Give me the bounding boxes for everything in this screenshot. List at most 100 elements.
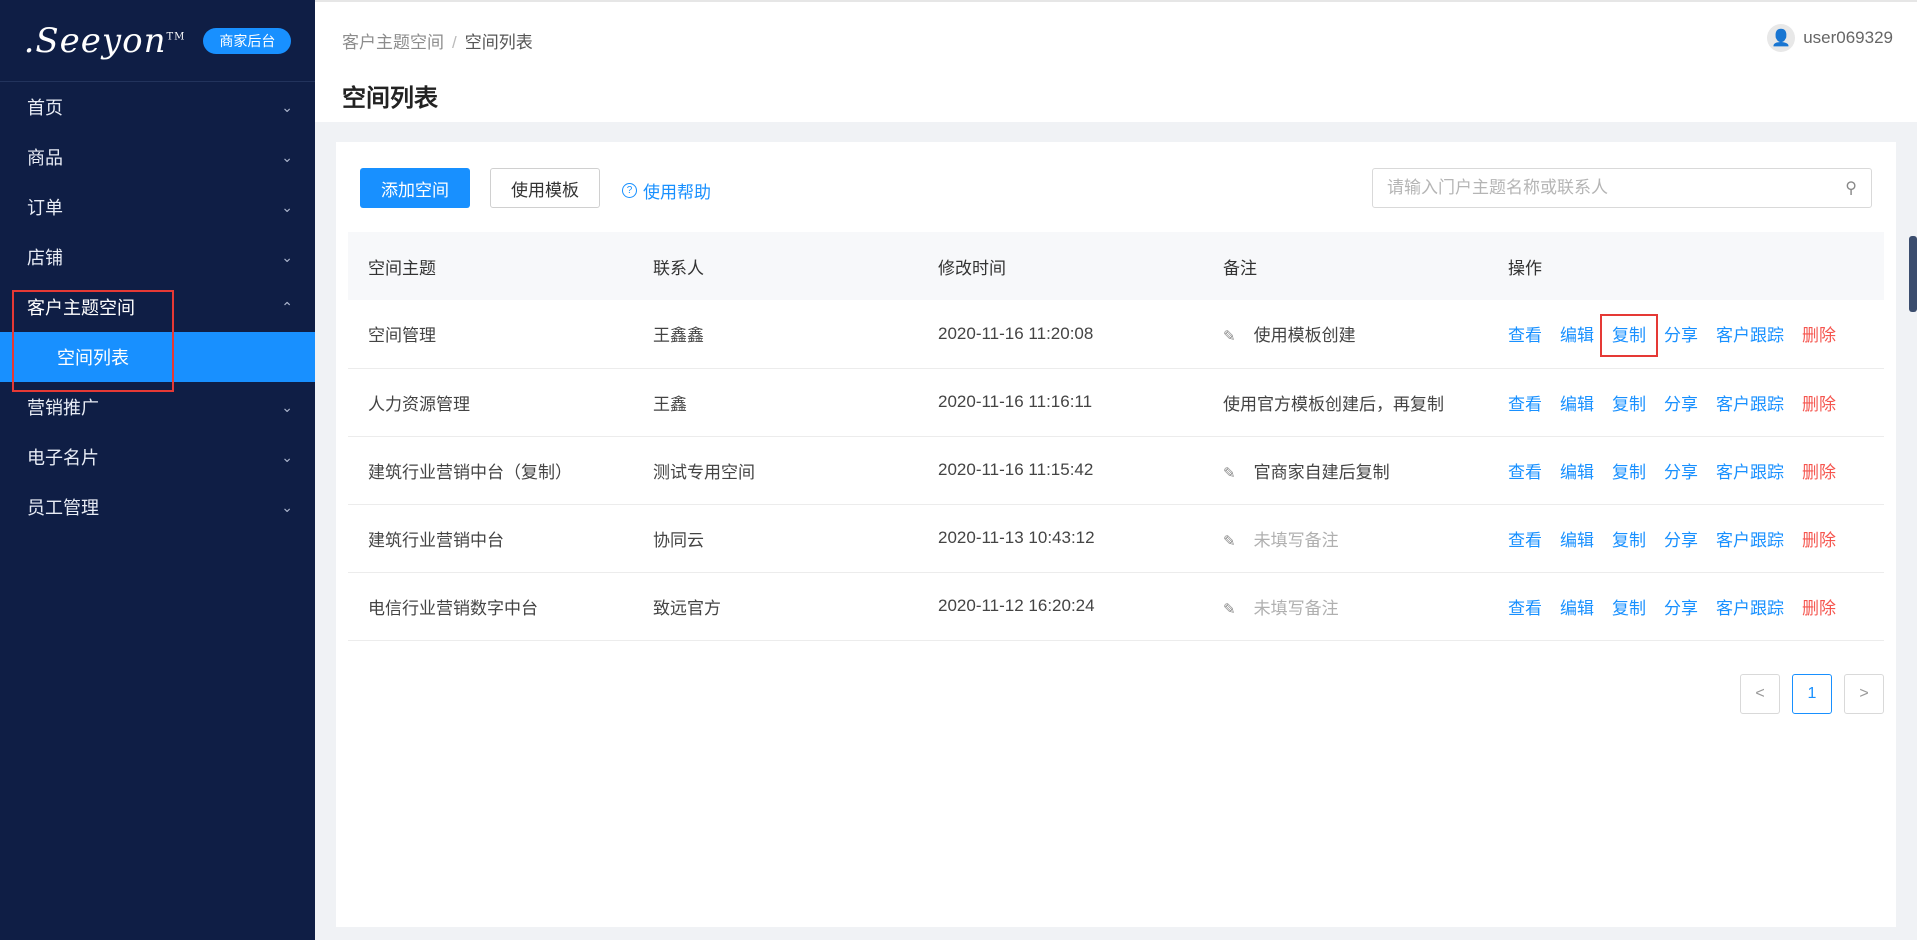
breadcrumb-link-customer-space[interactable]: 客户主题空间 — [342, 33, 444, 52]
seeyon-logo: .SeeyonTM — [24, 21, 186, 61]
copy-link[interactable]: 复制 — [1612, 599, 1646, 618]
sidebar-item-customer-space[interactable]: 客户主题空间 ⌃ — [0, 282, 315, 332]
search-icon[interactable]: ⚲ — [1845, 178, 1857, 198]
cell-actions: 查看 编辑 复制 分享 客户跟踪 删除 — [1488, 572, 1884, 640]
pagination: < 1 > — [1740, 674, 1884, 714]
sidebar-subitem-space-list[interactable]: 空间列表 — [0, 332, 315, 382]
share-link[interactable]: 分享 — [1664, 599, 1698, 618]
delete-link[interactable]: 删除 — [1802, 463, 1836, 482]
delete-link[interactable]: 删除 — [1802, 599, 1836, 618]
breadcrumb-separator: / — [452, 33, 457, 52]
logo-area: .SeeyonTM 商家后台 — [0, 0, 315, 82]
avatar: 👤 — [1767, 24, 1796, 52]
column-header-time: 修改时间 — [938, 258, 1006, 278]
question-circle-icon: ? — [622, 183, 637, 198]
cell-topic: 人力资源管理 — [368, 394, 470, 414]
cell-remark: ✎ 官商家自建后复制 — [1203, 436, 1488, 504]
edit-pencil-icon[interactable]: ✎ — [1223, 328, 1236, 345]
content-card: 添加空间 使用模板 ? 使用帮助 ⚲ 空间主题 联系人 修改时间 备注 操作 空… — [336, 142, 1896, 927]
page-button-1[interactable]: 1 — [1792, 674, 1832, 714]
view-link[interactable]: 查看 — [1508, 463, 1542, 482]
view-link[interactable]: 查看 — [1508, 326, 1542, 345]
cell-time: 2020-11-16 11:20:08 — [938, 323, 1094, 343]
chevron-down-icon: ⌄ — [281, 198, 293, 215]
share-link[interactable]: 分享 — [1664, 326, 1698, 345]
edit-pencil-icon[interactable]: ✎ — [1223, 601, 1236, 618]
sidebar-item-business-card[interactable]: 电子名片 ⌄ — [0, 432, 315, 482]
sidebar-item-label: 电子名片 — [27, 448, 99, 468]
search-box[interactable]: ⚲ — [1372, 168, 1872, 208]
cell-actions: 查看 编辑 复制 分享 客户跟踪 删除 — [1488, 436, 1884, 504]
scrollbar-thumb[interactable] — [1909, 236, 1917, 312]
add-space-button[interactable]: 添加空间 — [360, 168, 470, 208]
sidebar-item-store[interactable]: 店铺 ⌄ — [0, 232, 315, 282]
edit-link[interactable]: 编辑 — [1560, 395, 1594, 414]
chevron-down-icon: ⌄ — [281, 98, 293, 115]
track-link[interactable]: 客户跟踪 — [1716, 599, 1784, 618]
copy-link[interactable]: 复制 — [1612, 463, 1646, 482]
share-link[interactable]: 分享 — [1664, 463, 1698, 482]
sidebar-item-label: 订单 — [27, 198, 63, 218]
edit-link[interactable]: 编辑 — [1560, 326, 1594, 345]
share-link[interactable]: 分享 — [1664, 395, 1698, 414]
column-header-actions: 操作 — [1508, 258, 1542, 278]
copy-link[interactable]: 复制 — [1600, 314, 1658, 358]
cell-actions: 查看 编辑 复制 分享 客户跟踪 删除 — [1488, 300, 1884, 368]
edit-pencil-icon[interactable]: ✎ — [1223, 465, 1236, 482]
remark-text: 官商家自建后复制 — [1253, 462, 1390, 482]
cell-contact: 测试专用空间 — [653, 462, 755, 482]
next-page-button[interactable]: > — [1844, 674, 1884, 714]
track-link[interactable]: 客户跟踪 — [1716, 395, 1784, 414]
delete-link[interactable]: 删除 — [1802, 395, 1836, 414]
sidebar-item-home[interactable]: 首页 ⌄ — [0, 82, 315, 132]
cell-contact: 王鑫 — [653, 394, 687, 414]
username: user069329 — [1803, 28, 1893, 47]
toolbar: 添加空间 使用模板 ? 使用帮助 ⚲ — [348, 168, 1884, 208]
sidebar-item-products[interactable]: 商品 ⌄ — [0, 132, 315, 182]
track-link[interactable]: 客户跟踪 — [1716, 326, 1784, 345]
view-link[interactable]: 查看 — [1508, 395, 1542, 414]
view-link[interactable]: 查看 — [1508, 599, 1542, 618]
user-menu[interactable]: 👤 user069329 — [1767, 24, 1893, 52]
delete-link[interactable]: 删除 — [1802, 326, 1836, 345]
table-row: 建筑行业营销中台 协同云 2020-11-13 10:43:12 ✎ 未填写备注 … — [348, 504, 1884, 572]
copy-link[interactable]: 复制 — [1612, 531, 1646, 550]
chevron-down-icon: ⌄ — [281, 398, 293, 415]
edit-link[interactable]: 编辑 — [1560, 463, 1594, 482]
cell-actions: 查看 编辑 复制 分享 客户跟踪 删除 — [1488, 368, 1884, 436]
view-link[interactable]: 查看 — [1508, 531, 1542, 550]
breadcrumb-current: 空间列表 — [464, 33, 533, 52]
delete-link[interactable]: 删除 — [1802, 531, 1836, 550]
sidebar-item-marketing[interactable]: 营销推广 ⌄ — [0, 382, 315, 432]
cell-topic: 电信行业营销数字中台 — [368, 598, 538, 618]
use-template-button[interactable]: 使用模板 — [490, 168, 600, 208]
chevron-up-icon: ⌃ — [281, 298, 293, 315]
edit-link[interactable]: 编辑 — [1560, 599, 1594, 618]
column-header-remark: 备注 — [1223, 258, 1257, 278]
edit-link[interactable]: 编辑 — [1560, 531, 1594, 550]
sidebar-item-label: 商品 — [27, 148, 63, 168]
search-input[interactable] — [1387, 178, 1846, 198]
track-link[interactable]: 客户跟踪 — [1716, 531, 1784, 550]
edit-pencil-icon[interactable]: ✎ — [1223, 533, 1236, 550]
cell-actions: 查看 编辑 复制 分享 客户跟踪 删除 — [1488, 504, 1884, 572]
sidebar-item-label: 客户主题空间 — [27, 298, 135, 318]
breadcrumb: 客户主题空间 / 空间列表 — [342, 28, 533, 53]
page-title: 空间列表 — [342, 85, 438, 112]
chevron-down-icon: ⌄ — [281, 248, 293, 265]
cell-topic: 建筑行业营销中台 — [368, 530, 504, 550]
cell-time: 2020-11-13 10:43:12 — [938, 528, 1095, 547]
help-link[interactable]: ? 使用帮助 — [622, 178, 711, 203]
share-link[interactable]: 分享 — [1664, 531, 1698, 550]
prev-page-button[interactable]: < — [1740, 674, 1780, 714]
copy-link[interactable]: 复制 — [1612, 395, 1646, 414]
cell-topic: 建筑行业营销中台（复制） — [368, 462, 572, 482]
sidebar-item-label: 首页 — [27, 98, 63, 118]
track-link[interactable]: 客户跟踪 — [1716, 463, 1784, 482]
cell-topic: 空间管理 — [368, 326, 436, 346]
table-row: 空间管理 王鑫鑫 2020-11-16 11:20:08 ✎ 使用模板创建 查看编… — [348, 300, 1884, 368]
sidebar-item-label: 店铺 — [27, 248, 63, 268]
remark-text: 未填写备注 — [1253, 598, 1339, 618]
sidebar-item-staff[interactable]: 员工管理 ⌄ — [0, 482, 315, 532]
sidebar-item-orders[interactable]: 订单 ⌄ — [0, 182, 315, 232]
